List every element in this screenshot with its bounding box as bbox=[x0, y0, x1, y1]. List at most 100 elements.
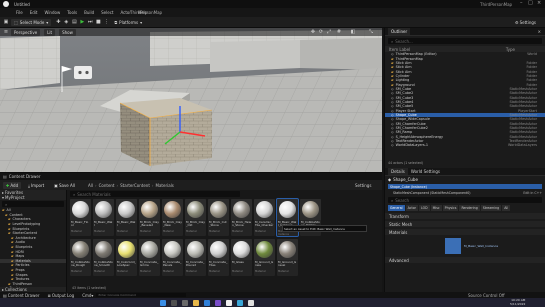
outliner-row[interactable]: ◇ WorldDataLayers-1 WorldDataLayers bbox=[385, 143, 545, 147]
section-transform[interactable]: Transform bbox=[385, 213, 545, 219]
cmd-dropdown[interactable]: Cmd ▾ bbox=[82, 293, 93, 298]
visual-studio-icon[interactable] bbox=[215, 299, 221, 306]
project-header[interactable]: ▾ MyProject bbox=[0, 195, 66, 200]
maximize-icon[interactable]: □ bbox=[528, 0, 533, 6]
asset-tile[interactable]: M_CobbleStone_Rough Material bbox=[70, 239, 91, 276]
column-item-label[interactable]: Item Label bbox=[389, 47, 410, 52]
menu-tools[interactable]: Tools bbox=[67, 10, 77, 15]
cinematics-icon[interactable]: ▤ bbox=[71, 19, 77, 25]
file-explorer-icon[interactable] bbox=[193, 299, 199, 306]
category-physics[interactable]: Physics bbox=[442, 205, 459, 211]
minimize-icon[interactable]: – bbox=[520, 0, 523, 6]
maximize-viewport-icon[interactable]: ⤡ bbox=[368, 29, 374, 35]
outliner-tab[interactable]: Outliner bbox=[388, 28, 411, 35]
save-all-button[interactable]: ▣ Save All bbox=[51, 182, 78, 189]
component-row[interactable]: StaticMeshComponent (StaticMeshComponent… bbox=[388, 190, 542, 195]
perspective-button[interactable]: Perspective bbox=[11, 28, 41, 36]
tab-world-settings[interactable]: World Settings bbox=[408, 168, 443, 175]
asset-tile[interactable]: M_Ceramic_Tile_Checker Material bbox=[254, 199, 275, 236]
rotate-icon[interactable]: ⟳ bbox=[318, 29, 324, 35]
breadcrumb-starter-content[interactable]: StarterContent bbox=[120, 183, 150, 188]
menu-build[interactable]: Build bbox=[84, 10, 94, 15]
close-icon[interactable]: × bbox=[538, 29, 541, 34]
category-streaming[interactable]: Streaming bbox=[480, 205, 502, 211]
root-component-row[interactable]: Shape_Cube (Instance) bbox=[388, 184, 542, 189]
category-misc[interactable]: Misc bbox=[430, 205, 442, 211]
outliner-search[interactable]: ⌕ Search... bbox=[388, 38, 542, 44]
save-icon[interactable]: ▣ bbox=[3, 19, 9, 25]
mode-dropdown[interactable]: ⬚ Select Mode ▾ bbox=[11, 18, 52, 26]
asset-tile[interactable]: M_Brick_Hewn_Stone Material bbox=[231, 199, 252, 236]
asset-tile[interactable]: M_Basic_Floor Material bbox=[70, 199, 91, 236]
search-taskbar-icon[interactable] bbox=[171, 299, 177, 306]
category-general[interactable]: General bbox=[388, 205, 405, 211]
material-slot[interactable]: M_Basic_Wall_Instance bbox=[385, 237, 545, 255]
details-search[interactable]: ⌕ Search bbox=[388, 197, 542, 203]
column-type[interactable]: Type bbox=[506, 47, 515, 52]
scale-icon[interactable]: ⤢ bbox=[326, 29, 332, 35]
step-icon[interactable]: ⏭ bbox=[87, 19, 93, 25]
asset-tile[interactable]: M_Brick_Clay_New Material bbox=[162, 199, 183, 236]
tab-details[interactable]: Details bbox=[388, 168, 408, 175]
breadcrumb-all[interactable]: All bbox=[88, 183, 93, 188]
blueprint-icon[interactable]: ◈ bbox=[63, 19, 69, 25]
category-lod[interactable]: LOD bbox=[418, 205, 430, 211]
section-materials[interactable]: Materials bbox=[385, 229, 545, 235]
cb-settings-button[interactable]: Settings bbox=[355, 183, 371, 188]
asset-tile[interactable]: M_Basic_Wall Material bbox=[93, 199, 114, 236]
project-tab[interactable]: ThirdPersonMap bbox=[130, 10, 162, 15]
console-input[interactable]: Enter Console Command bbox=[96, 293, 187, 297]
menu-select[interactable]: Select bbox=[101, 10, 113, 15]
breadcrumb-content[interactable]: Content bbox=[99, 183, 115, 188]
import-button[interactable]: ⤓ Import bbox=[25, 182, 47, 189]
viewport-menu-icon[interactable]: ≡ bbox=[3, 29, 9, 35]
category-all[interactable]: All bbox=[502, 205, 511, 211]
content-drawer-button[interactable]: ▤ Content Drawer bbox=[3, 293, 40, 298]
asset-tile[interactable]: M_Brick_Cut_Stone Material bbox=[208, 199, 229, 236]
grid-snap-icon[interactable]: # bbox=[336, 29, 342, 35]
task-view-icon[interactable] bbox=[182, 299, 188, 306]
section-advanced[interactable]: Advanced bbox=[385, 257, 545, 263]
stop-icon[interactable]: ■ bbox=[95, 19, 101, 25]
section-static-mesh[interactable]: Static Mesh bbox=[385, 221, 545, 227]
asset-tile[interactable]: M_Concrete_Panels Material bbox=[162, 239, 183, 276]
tree-search[interactable]: ⌕ bbox=[2, 201, 64, 207]
platforms-button[interactable]: ⧉ Platforms ▾ bbox=[111, 19, 145, 26]
edit-in-cpp[interactable]: Edit in C++ bbox=[523, 191, 542, 195]
add-actor-icon[interactable]: ✚ bbox=[55, 19, 61, 25]
category-rendering[interactable]: Rendering bbox=[459, 205, 480, 211]
epic-launcher-icon[interactable] bbox=[248, 299, 254, 306]
asset-tile[interactable]: M_Glass Material bbox=[231, 239, 252, 276]
settings-button[interactable]: ⚙ Settings bbox=[512, 19, 539, 26]
store-icon[interactable] bbox=[237, 299, 243, 306]
tab-content-drawer[interactable]: Content Drawer bbox=[9, 174, 41, 179]
menu-file[interactable]: File bbox=[16, 10, 23, 15]
translate-icon[interactable]: ✥ bbox=[310, 29, 316, 35]
level-viewport[interactable]: ≡ Perspective Lit Show ✥ ⟳ ⤢ # ◧ ⤡ bbox=[0, 28, 382, 172]
asset-tile[interactable]: M_Concrete_Poured Material bbox=[185, 239, 206, 276]
menu-window[interactable]: Window bbox=[44, 10, 60, 15]
windows-start-icon[interactable] bbox=[160, 299, 166, 306]
output-log-button[interactable]: ≣ Output Log bbox=[48, 293, 75, 298]
asset-tile[interactable]: M_CobbleStone_Smooth Material bbox=[93, 239, 114, 276]
menu-edit[interactable]: Edit bbox=[30, 10, 38, 15]
close-icon[interactable]: × bbox=[537, 0, 541, 6]
asset-tile[interactable]: M_Concrete_Tiles Material bbox=[208, 239, 229, 276]
breadcrumb-materials[interactable]: Materials bbox=[156, 183, 174, 188]
asset-tile[interactable]: M_Ground_Grass Material bbox=[254, 239, 275, 276]
asset-tile[interactable]: M_Brick_Clay_Beveled Material bbox=[139, 199, 160, 236]
play-options-icon[interactable]: ⋮ bbox=[103, 19, 109, 25]
show-button[interactable]: Show bbox=[59, 28, 76, 36]
asset-tile[interactable]: M_ColorGrid_LowSpec Material bbox=[116, 239, 137, 276]
asset-tile[interactable]: M_Concrete_Grime Material bbox=[139, 239, 160, 276]
camera-speed-icon[interactable]: ◧ bbox=[350, 29, 356, 35]
unreal-logo-icon[interactable] bbox=[3, 1, 9, 7]
asset-tile[interactable]: M_Basic_Wall Material bbox=[116, 199, 137, 236]
add-button[interactable]: ✚ Add bbox=[3, 181, 22, 189]
unreal-taskbar-icon[interactable] bbox=[226, 299, 232, 306]
asset-tile[interactable]: M_Brick_Clay_Old Material bbox=[185, 199, 206, 236]
play-icon[interactable]: ▶ bbox=[79, 19, 85, 25]
lit-button[interactable]: Lit bbox=[44, 28, 56, 36]
category-actor[interactable]: Actor bbox=[405, 205, 418, 211]
edge-icon[interactable] bbox=[204, 299, 210, 306]
